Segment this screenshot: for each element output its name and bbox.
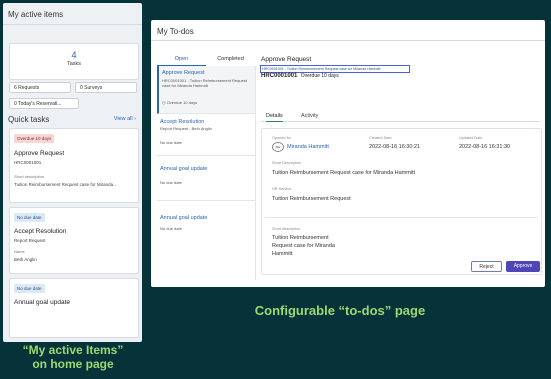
record-link[interactable]: HRC0001001 - Tuition Reimbursement Reque… bbox=[260, 65, 410, 73]
chevron-right-icon: › bbox=[134, 116, 136, 122]
card-subtitle: Report Request bbox=[14, 238, 46, 243]
list-item-title: Approve Request bbox=[162, 70, 205, 76]
status-badge: Overdue 10 days bbox=[14, 134, 55, 143]
tab-completed[interactable]: Completed bbox=[206, 53, 255, 65]
short-description-line: Request case for Miranda bbox=[272, 243, 335, 249]
list-item-due: ◷ Overdue 10 days bbox=[162, 100, 197, 105]
opened-for-label: Opened for bbox=[272, 136, 291, 140]
caption-line: “My active Items” bbox=[22, 343, 124, 357]
surveys-counter[interactable]: 0 Surveys bbox=[75, 82, 137, 93]
list-item-due: No due date bbox=[160, 180, 182, 185]
avatar: MH bbox=[272, 142, 284, 152]
list-item-due-text: Overdue 10 days bbox=[166, 100, 198, 105]
card-title: Approve Request bbox=[14, 150, 65, 157]
list-item[interactable]: Annual goal update No due date bbox=[157, 201, 255, 246]
divider bbox=[265, 217, 538, 218]
list-item-due: No due date bbox=[160, 226, 182, 231]
my-active-items-panel: My active items 4 Tasks 6 Requests 0 Sur… bbox=[3, 3, 142, 342]
panel-title: My active items bbox=[8, 10, 64, 19]
tasks-card[interactable]: 4 Tasks bbox=[9, 43, 139, 80]
card-field-label: Name bbox=[14, 249, 25, 254]
tab-details[interactable]: Details bbox=[266, 113, 283, 122]
status-badge: No due date bbox=[14, 213, 45, 222]
requests-counter[interactable]: 6 Requests bbox=[9, 82, 71, 93]
list-item-title: Annual goal update bbox=[160, 166, 208, 172]
quick-task-card[interactable]: Overdue 10 days Approve Request HRC00010… bbox=[9, 128, 139, 203]
created-label: Created Date bbox=[369, 136, 392, 140]
detail-meta: HRC0001001 Overdue 10 days bbox=[261, 73, 339, 79]
caption-line: on home page bbox=[32, 357, 114, 371]
updated-value: 2022-08-16 16:31:30 bbox=[459, 144, 511, 150]
list-item-due: No due date bbox=[160, 140, 182, 145]
tab-open[interactable]: Open bbox=[157, 53, 206, 66]
quick-tasks-title: Quick tasks bbox=[8, 115, 50, 124]
details-card: Opened for MH Miranda Hammitt Created Da… bbox=[261, 128, 542, 275]
clock-icon: ◷ bbox=[162, 100, 166, 105]
reservations-counter[interactable]: 0 Today's Reservati... bbox=[9, 98, 79, 109]
list-item-title: Annual goal update bbox=[160, 215, 208, 221]
card-number: HRC0001001 bbox=[14, 160, 42, 165]
my-todos-panel: My To-dos Open Completed Approve Request… bbox=[151, 20, 545, 287]
todo-detail: Approve Request HRC0001001 - Tuition Rei… bbox=[256, 41, 545, 287]
list-item-subtitle: Report Request - Beth Anglin bbox=[160, 126, 212, 131]
created-value: 2022-08-16 16:30:21 bbox=[369, 144, 421, 150]
record-number: HRC0001001 bbox=[261, 73, 298, 79]
view-all-label: View all bbox=[113, 116, 133, 122]
panel-title: My To-dos bbox=[157, 27, 194, 36]
list-item[interactable]: Accept Resolution Report Request - Beth … bbox=[157, 114, 255, 156]
divider bbox=[3, 24, 142, 25]
short-description-value: Tuition Reimbursement Request case for M… bbox=[272, 170, 416, 176]
short-description-label: Short Description bbox=[272, 161, 302, 165]
view-all-link[interactable]: View all › bbox=[114, 116, 136, 122]
card-field-value: Beth Anglin bbox=[14, 257, 37, 262]
todo-tabs: Open Completed bbox=[157, 53, 255, 67]
short-description-line: Hammitt bbox=[272, 251, 293, 257]
card-field-value: Tuition Reimbursement Request case for M… bbox=[14, 182, 117, 187]
hr-service-label: HR Service bbox=[272, 187, 292, 191]
caption-todos-page: Configurable “to-dos” page bbox=[254, 303, 426, 318]
card-title: Accept Resolution bbox=[14, 228, 67, 235]
detail-tabs: Details Activity bbox=[261, 111, 540, 122]
short-description-label: Short description bbox=[272, 227, 301, 231]
hr-service-value: Tuition Reimbursement Request bbox=[272, 196, 351, 202]
card-title: Annual goal update bbox=[14, 299, 71, 306]
quick-task-card[interactable]: No due date Annual goal update bbox=[9, 278, 139, 338]
approve-button[interactable]: Approve bbox=[506, 261, 540, 272]
tasks-label: Tasks bbox=[66, 61, 82, 67]
tasks-count: 4 bbox=[71, 50, 77, 60]
list-item[interactable]: Approve Request HRC0001001 - Tuition Rei… bbox=[157, 66, 255, 114]
list-item[interactable]: Annual goal update No due date bbox=[157, 156, 255, 201]
quick-task-card[interactable]: No due date Accept Resolution Report Req… bbox=[9, 207, 139, 274]
detail-header: Approve Request bbox=[261, 56, 312, 63]
overdue-text: Overdue 10 days bbox=[300, 73, 339, 79]
todo-list: Approve Request HRC0001001 - Tuition Rei… bbox=[157, 66, 256, 280]
opened-for-value[interactable]: Miranda Hammitt bbox=[287, 144, 329, 150]
short-description-line: Tuition Reimbursement bbox=[272, 235, 329, 241]
caption-active-items: “My active Items” on home page bbox=[0, 343, 146, 371]
list-item-title: Accept Resolution bbox=[160, 119, 205, 125]
card-field-label: Short description bbox=[14, 174, 45, 179]
updated-label: Updated Date bbox=[459, 136, 483, 140]
status-badge: No due date bbox=[14, 284, 45, 293]
tab-activity[interactable]: Activity bbox=[301, 113, 318, 119]
reject-button[interactable]: Reject bbox=[471, 261, 502, 272]
list-item-subtitle: HRC0001001 - Tuition Reimbursement Reque… bbox=[162, 78, 247, 88]
